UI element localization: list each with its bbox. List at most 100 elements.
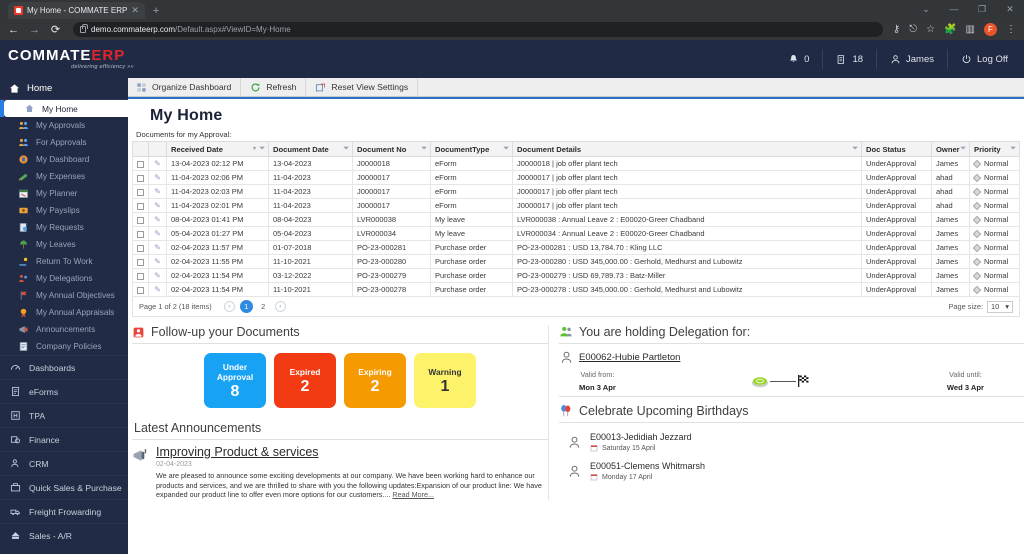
row-edit-cell[interactable]: ✎	[148, 170, 167, 185]
row-checkbox[interactable]	[137, 286, 144, 294]
key-icon[interactable]: ⚷	[893, 24, 900, 35]
row-edit-cell[interactable]: ✎	[148, 212, 167, 227]
column-header-priority[interactable]: Priority ⏷	[969, 141, 1020, 157]
row-edit-cell[interactable]: ✎	[148, 282, 167, 297]
sidebar-section-finance[interactable]: Finance	[0, 427, 128, 451]
column-header-document-details[interactable]: Document Details ⏷	[512, 141, 862, 157]
row-checkbox-cell[interactable]	[132, 198, 149, 213]
sidebar-item-my-approvals[interactable]: My Approvals	[0, 117, 128, 134]
table-row[interactable]: ✎ 02-04-2023 11:57 PM 01-07-2018 PO-23-0002…	[132, 240, 1020, 255]
user-menu[interactable]: James	[877, 49, 948, 69]
filter-icon[interactable]: ⏷	[960, 145, 966, 153]
table-row[interactable]: ✎ 02-04-2023 11:55 PM 11-10-2021 PO-23-0002…	[132, 254, 1020, 269]
window-close-button[interactable]: ✕	[996, 0, 1024, 19]
extensions-puzzle-icon[interactable]: 🧩	[944, 24, 956, 35]
status-badge[interactable]: Warning 1	[414, 353, 476, 408]
sidebar-section-freight-forwarding[interactable]: Freight Frowarding	[0, 499, 128, 523]
page-size-select[interactable]: 10 ▾	[987, 300, 1013, 313]
row-checkbox-cell[interactable]	[132, 240, 149, 255]
row-checkbox[interactable]	[137, 160, 144, 168]
row-edit-cell[interactable]: ✎	[148, 268, 167, 283]
row-checkbox[interactable]	[137, 216, 144, 224]
sidebar-section-eforms[interactable]: eForms	[0, 379, 128, 403]
edit-icon[interactable]: ✎	[154, 285, 161, 294]
row-checkbox-cell[interactable]	[132, 268, 149, 283]
sidebar-section-quick-sales-purchase[interactable]: Quick Sales & Purchase	[0, 475, 128, 499]
documents-button[interactable]: 18	[823, 49, 878, 69]
row-edit-cell[interactable]: ✎	[148, 254, 167, 269]
edit-icon[interactable]: ✎	[154, 187, 161, 196]
row-edit-cell[interactable]: ✎	[148, 226, 167, 241]
list-item[interactable]: E00051-Clemens Whitmarsh Monday 17 April	[559, 452, 1024, 481]
row-checkbox[interactable]	[137, 188, 144, 196]
table-row[interactable]: ✎ 05-04-2023 01:27 PM 05-04-2023 LVR000034 M…	[132, 226, 1020, 241]
sidebar-item-my-requests[interactable]: My Requests	[0, 219, 128, 236]
back-button[interactable]: ←	[6, 24, 21, 36]
column-header-document-type[interactable]: DocumentType ⏷	[430, 141, 513, 157]
filter-icon[interactable]: ⏷	[343, 145, 349, 153]
sidebar-item-company-policies[interactable]: Company Policies	[0, 338, 128, 355]
status-badge[interactable]: Expiring 2	[344, 353, 406, 408]
table-row[interactable]: ✎ 13-04-2023 02:12 PM 13-04-2023 J0000018 eF…	[132, 156, 1020, 171]
delegation-person-link[interactable]: E00062-Hubie Partleton	[579, 352, 680, 363]
row-checkbox[interactable]	[137, 174, 144, 182]
maximize-button[interactable]: ❐	[968, 0, 996, 19]
sidebar-section-tpa[interactable]: TPA	[0, 403, 128, 427]
sidebar-item-my-expenses[interactable]: My Expenses	[0, 168, 128, 185]
sidebar-item-my-annual-appraisals[interactable]: My Annual Appraisals	[0, 304, 128, 321]
edit-icon[interactable]: ✎	[154, 271, 161, 280]
table-row[interactable]: ✎ 11-04-2023 02:03 PM 11-04-2023 J0000017 eF…	[132, 184, 1020, 199]
filter-icon[interactable]: ⏷	[421, 145, 427, 153]
pager-prev-button[interactable]: ‹	[223, 301, 235, 312]
filter-icon[interactable]: ⏷	[1010, 145, 1016, 153]
notifications-button[interactable]: 0	[775, 49, 824, 69]
edit-icon[interactable]: ✎	[154, 215, 161, 224]
row-edit-cell[interactable]: ✎	[148, 198, 167, 213]
share-icon[interactable]: ⎋	[909, 24, 917, 35]
read-more-link[interactable]: Read More...	[392, 490, 434, 499]
sidebar-section-sales-ar[interactable]: Sales - A/R	[0, 523, 128, 547]
filter-icon[interactable]: ⏷	[259, 145, 265, 153]
pager-next-button[interactable]: ›	[274, 301, 286, 312]
browser-tab[interactable]: My Home - COMMATE ERP ✕	[8, 2, 145, 19]
table-row[interactable]: ✎ 08-04-2023 01:41 PM 08-04-2023 LVR000038 M…	[132, 212, 1020, 227]
row-checkbox[interactable]	[137, 230, 144, 238]
pager-page-2[interactable]: 2	[257, 300, 270, 313]
row-checkbox-cell[interactable]	[132, 184, 149, 199]
table-row[interactable]: ✎ 11-04-2023 02:06 PM 11-04-2023 J0000017 eF…	[132, 170, 1020, 185]
row-checkbox-cell[interactable]	[132, 170, 149, 185]
sidebar-item-for-approvals[interactable]: For Approvals	[0, 134, 128, 151]
row-edit-cell[interactable]: ✎	[148, 184, 167, 199]
select-all-header[interactable]	[132, 141, 149, 157]
column-header-owner[interactable]: Owner ⏷	[931, 141, 970, 157]
row-checkbox[interactable]	[137, 244, 144, 252]
announcement-headline[interactable]: Improving Product & services	[156, 445, 548, 459]
row-checkbox-cell[interactable]	[132, 156, 149, 171]
reset-view-settings-button[interactable]: Reset View Settings	[306, 78, 419, 97]
filter-icon[interactable]: ⏷	[852, 145, 858, 153]
edit-icon[interactable]: ✎	[154, 243, 161, 252]
new-tab-button[interactable]: +	[153, 5, 159, 17]
logoff-button[interactable]: Log Off	[948, 49, 1024, 69]
sidebar-item-announcements[interactable]: Announcements	[0, 321, 128, 338]
filter-icon[interactable]: ⏷	[503, 145, 509, 153]
row-checkbox-cell[interactable]	[132, 226, 149, 241]
row-checkbox[interactable]	[137, 258, 144, 266]
forward-button[interactable]: →	[27, 24, 42, 36]
edit-icon[interactable]: ✎	[154, 229, 161, 238]
sidebar-section-dashboards[interactable]: Dashboards	[0, 355, 128, 379]
row-checkbox[interactable]	[137, 202, 144, 210]
app-logo[interactable]: COMMATEERP delivering efficiency »»	[0, 48, 138, 70]
address-bar[interactable]: demo.commateerp.com/Default.aspx#ViewID=…	[73, 22, 883, 37]
refresh-button[interactable]: Refresh	[241, 78, 307, 97]
row-checkbox[interactable]	[137, 272, 144, 280]
row-edit-cell[interactable]: ✎	[148, 240, 167, 255]
row-checkbox-cell[interactable]	[132, 212, 149, 227]
status-badge[interactable]: Expired 2	[274, 353, 336, 408]
sort-desc-icon[interactable]: ▾	[253, 145, 256, 152]
edit-icon[interactable]: ✎	[154, 201, 161, 210]
row-edit-cell[interactable]: ✎	[148, 156, 167, 171]
close-icon[interactable]: ✕	[131, 6, 139, 15]
sidebar-item-my-home[interactable]: My Home	[0, 100, 128, 117]
list-item[interactable]: E00013-Jedidiah Jezzard Saturday 15 April	[559, 423, 1024, 452]
